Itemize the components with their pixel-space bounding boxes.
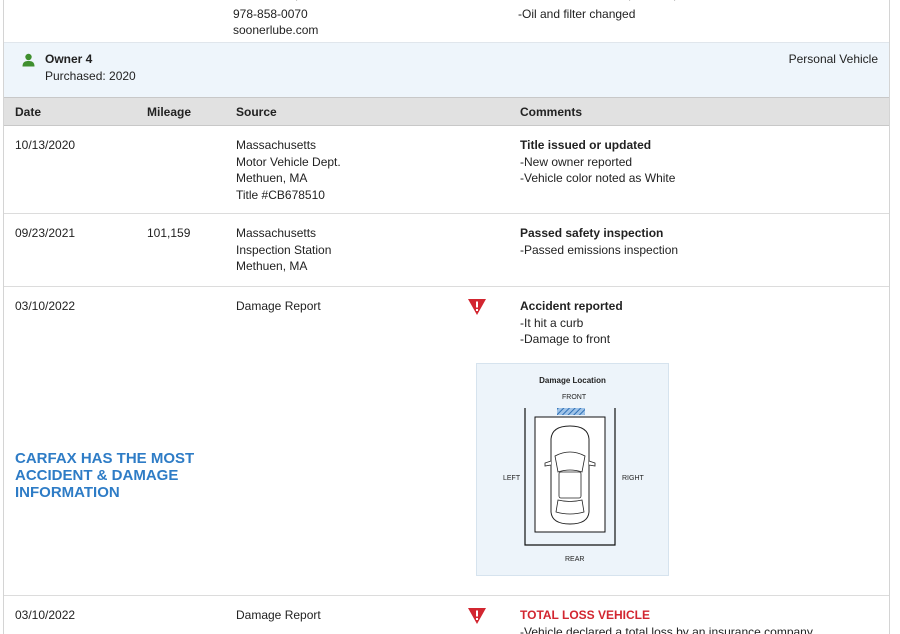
table-row: 03/10/2022 Damage Report Accident report… xyxy=(4,287,889,596)
vehicle-type: Personal Vehicle xyxy=(788,52,878,66)
comment-line: -Vehicle declared a total loss by an ins… xyxy=(520,624,813,634)
comment-title: Passed safety inspection xyxy=(520,226,664,240)
column-header-source: Source xyxy=(236,105,277,119)
owner-header: Owner 4 Purchased: 2020 Personal Vehicle xyxy=(4,42,889,97)
source-line: Methuen, MA xyxy=(236,259,308,273)
comment-title: Title issued or updated xyxy=(520,138,652,152)
row-source: Damage Report xyxy=(236,607,321,624)
previous-record-source: 978-858-0070 soonerlube.com xyxy=(233,6,318,38)
car-diagram xyxy=(524,408,616,546)
comment-line: -Damage to front xyxy=(520,332,611,346)
comment-title: TOTAL LOSS VEHICLE xyxy=(520,608,651,622)
alert-icon xyxy=(468,299,486,315)
owner-title: Owner 4 xyxy=(45,52,93,66)
row-mileage: 101,159 xyxy=(147,226,191,240)
column-header-comments: Comments xyxy=(520,105,583,119)
damage-area-front xyxy=(557,408,585,415)
source-line: Massachusetts xyxy=(236,138,317,152)
source-line: Massachusetts xyxy=(236,226,317,240)
row-date: 10/13/2020 xyxy=(15,138,76,152)
promo-text: CARFAX HAS THE MOST ACCIDENT & DAMAGE IN… xyxy=(15,450,195,501)
source-line: Damage Report xyxy=(236,299,321,313)
source-line: Title #CB678510 xyxy=(236,187,325,202)
column-header-mileage: Mileage xyxy=(147,105,192,119)
source-line: Methuen, MA xyxy=(236,171,308,185)
row-date: 09/23/2021 xyxy=(15,226,76,240)
table-row: 09/23/2021 101,159 Massachusetts Inspect… xyxy=(4,214,889,287)
table-row: 03/10/2022 Damage Report TOTAL LOSS VEHI… xyxy=(4,596,889,634)
comment-line: -New owner reported xyxy=(520,154,633,169)
source-line: Inspection Station xyxy=(236,242,332,257)
row-source: Massachusetts Inspection Station Methuen… xyxy=(236,225,331,275)
row-date: 03/10/2022 xyxy=(15,299,76,313)
comment-line: -Passed emissions inspection xyxy=(520,242,679,257)
source-line: Motor Vehicle Dept. xyxy=(236,154,341,169)
previous-record-row: ' ' ' 978-858-0070 soonerlube.com -Oil a… xyxy=(233,0,676,38)
row-source: Massachusetts Motor Vehicle Dept. Methue… xyxy=(236,137,341,203)
owner-purchased-date: Purchased: 2020 xyxy=(45,69,136,83)
comment-title: Accident reported xyxy=(520,299,623,313)
row-comments: Accident reported -It hit a curb -Damage… xyxy=(520,298,623,348)
source-line: soonerlube.com xyxy=(233,23,319,37)
history-table-header: Date Mileage Source Comments xyxy=(4,97,889,126)
row-comments: Title issued or updated -New owner repor… xyxy=(520,137,675,187)
source-line: Damage Report xyxy=(236,608,321,622)
previous-record-comments: -Oil and filter changed xyxy=(518,6,635,22)
comment-line: -Vehicle color noted as White xyxy=(520,171,676,185)
comment-line: -Oil and filter changed xyxy=(518,7,636,21)
vehicle-history-panel: ' ' ' 978-858-0070 soonerlube.com -Oil a… xyxy=(3,0,890,634)
person-icon xyxy=(22,53,35,67)
row-comments: Passed safety inspection -Passed emissio… xyxy=(520,225,678,258)
row-comments: TOTAL LOSS VEHICLE -Vehicle declared a t… xyxy=(520,607,813,634)
column-header-date: Date xyxy=(15,105,42,119)
row-date: 03/10/2022 xyxy=(15,608,76,622)
damage-location-diagram: Damage Location FRONT REAR LEFT RIGHT xyxy=(476,363,669,576)
comment-line: -It hit a curb xyxy=(520,315,584,330)
source-line: 978-858-0070 xyxy=(233,7,308,21)
alert-icon xyxy=(468,608,486,624)
row-source: Damage Report xyxy=(236,298,321,315)
table-row: 10/13/2020 Massachusetts Motor Vehicle D… xyxy=(4,126,889,214)
